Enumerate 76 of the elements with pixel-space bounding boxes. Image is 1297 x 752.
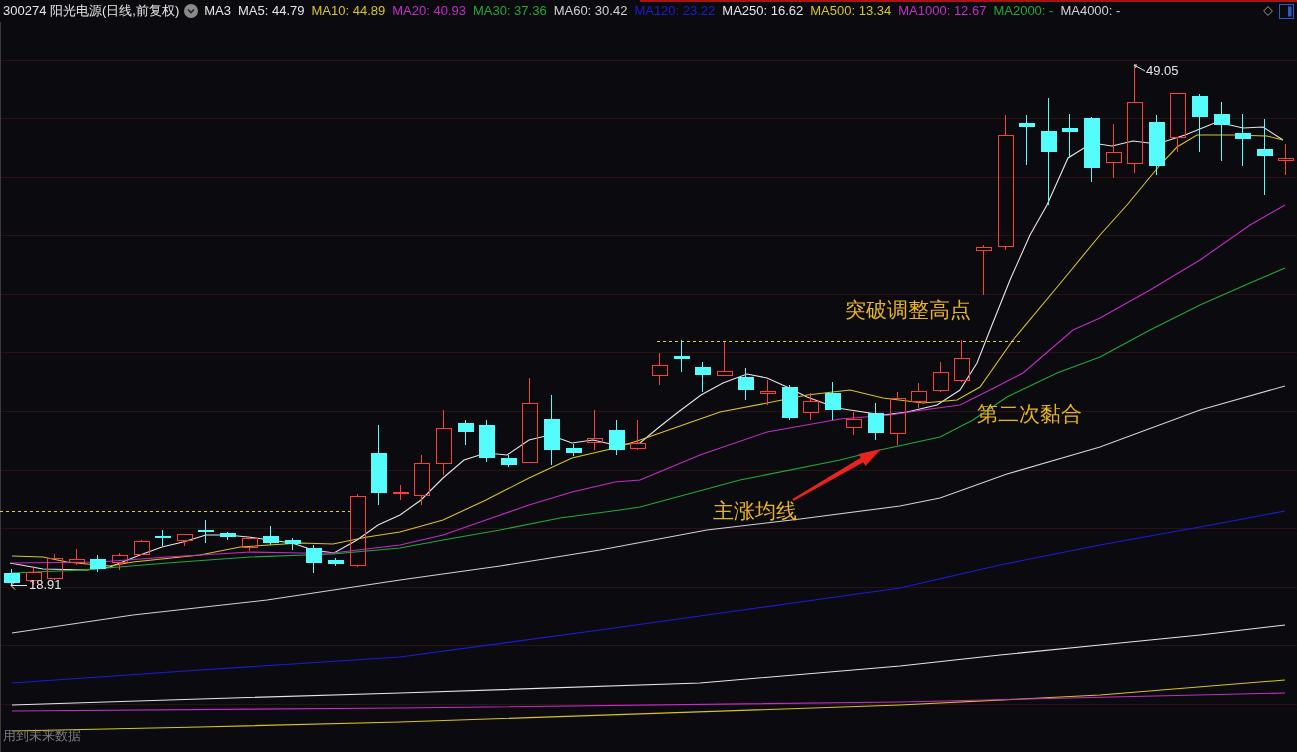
candlestick	[1169, 93, 1186, 153]
candlestick	[219, 531, 236, 541]
moving-average-legend: MA10: 44.89	[311, 1, 386, 21]
moving-average-legend: MA1000: 12.67	[898, 1, 987, 21]
candlestick	[1061, 113, 1078, 159]
annotation-text: 主涨均线	[713, 499, 797, 523]
candlestick	[1083, 116, 1100, 183]
candlestick	[565, 443, 582, 457]
candlestick	[500, 454, 517, 468]
moving-average-legend: MA250: 16.62	[722, 1, 804, 21]
candlestick	[716, 341, 733, 377]
candlestick	[694, 361, 711, 393]
leader-arrow	[10, 581, 28, 590]
candlestick	[759, 379, 776, 406]
candlestick	[586, 409, 603, 451]
moving-average-legend: MA2000: -	[993, 1, 1054, 21]
dropdown-icon[interactable]	[184, 4, 199, 18]
candlestick	[845, 411, 862, 436]
candlestick	[953, 339, 970, 383]
candlestick	[910, 382, 927, 409]
moving-average-legend: MA20: 40.93	[392, 1, 466, 21]
candlestick	[1277, 143, 1294, 176]
candlestick	[327, 557, 344, 567]
candlestick	[457, 419, 474, 446]
candlestick	[176, 534, 193, 547]
candlestick	[1018, 114, 1035, 166]
candlestick	[1148, 114, 1165, 176]
candlestick	[435, 409, 452, 476]
price-label: 18.91	[29, 577, 62, 592]
candlestick	[781, 384, 798, 421]
candlestick	[154, 529, 171, 547]
candlestick	[889, 391, 906, 446]
candlestick	[975, 244, 992, 296]
candlestick	[413, 454, 430, 506]
candlestick	[673, 339, 690, 373]
moving-average-legend: MA3	[204, 1, 231, 21]
candlestick	[867, 402, 884, 441]
candlestick	[111, 552, 128, 571]
candlestick	[68, 548, 85, 566]
candlestick	[737, 367, 754, 401]
diamond-icon[interactable]	[1263, 6, 1273, 16]
candlestick	[1191, 93, 1208, 153]
annotation-text: 第二次黏合	[977, 402, 1082, 426]
candlestick	[1234, 113, 1251, 167]
candlestick	[46, 553, 63, 581]
moving-average-legend: MA120: 23.22	[634, 1, 716, 21]
future-data-note: 用到未来数据	[3, 728, 81, 744]
candlestick	[305, 544, 322, 574]
candlestick	[262, 525, 279, 546]
candlestick	[89, 554, 106, 573]
candlestick	[392, 484, 409, 501]
candlestick	[133, 539, 150, 556]
price-label: 49.05	[1146, 63, 1179, 78]
candlestick	[284, 537, 301, 551]
candlestick	[802, 392, 819, 421]
candlestick	[629, 419, 646, 451]
annotation-text: 突破调整高点	[845, 298, 971, 322]
moving-average-legend: MA5: 44.79	[238, 1, 305, 21]
candlestick	[543, 394, 560, 466]
candlestick	[3, 568, 20, 587]
moving-average-legend: MA60: 30.42	[553, 1, 628, 21]
panel-toggle-icon[interactable]	[1279, 3, 1294, 19]
candlestick	[932, 361, 949, 393]
moving-average-legend: MA30: 37.36	[472, 1, 547, 21]
candlestick	[241, 536, 258, 552]
candlestick	[1105, 123, 1122, 179]
candlestick	[824, 381, 841, 421]
candlestick	[197, 519, 214, 544]
candlestick	[478, 419, 495, 463]
moving-average-legend: MA4000: -	[1060, 1, 1121, 21]
moving-average-legend: MA500: 13.34	[810, 1, 892, 21]
candlestick	[608, 419, 625, 456]
stock-title: 300274 阳光电源(日线,前复权)	[3, 2, 180, 21]
leader-line	[1133, 64, 1146, 72]
candlestick	[1213, 101, 1230, 162]
candlestick	[651, 352, 668, 386]
